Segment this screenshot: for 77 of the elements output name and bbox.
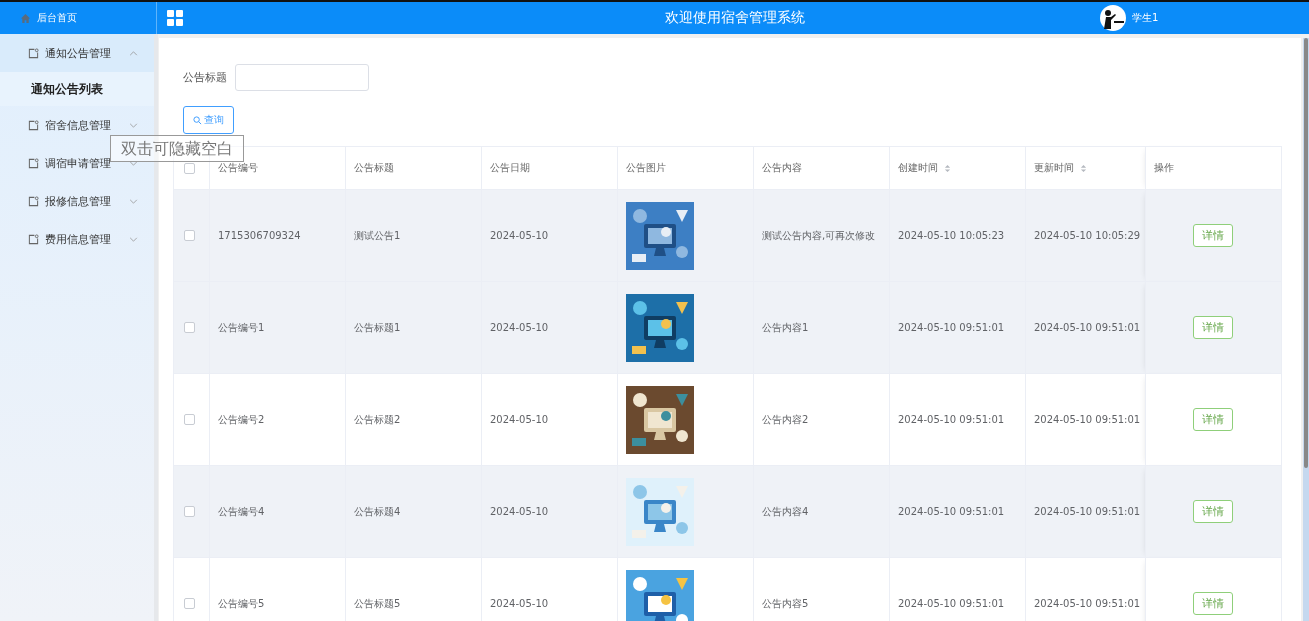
table-cell: 2024-05-10 09:51:01 [1034,506,1141,517]
table-cell: 2024-05-10 [490,506,549,517]
row-checkbox[interactable] [184,414,195,426]
table-cell: 2024-05-10 09:51:01 [1034,414,1141,425]
column-header: 操作 [1154,162,1174,173]
table-cell: 公告标题4 [354,505,401,517]
search-button[interactable]: 查询 [183,106,234,134]
table-cell: 公告编号2 [218,413,265,425]
details-button[interactable]: 详情 [1193,500,1233,523]
document-icon [28,119,39,131]
document-icon [28,233,39,245]
grid-menu-icon[interactable] [167,10,183,26]
document-icon [28,157,39,169]
table-cell: 2024-05-10 09:51:01 [1034,322,1141,333]
sort-icon[interactable] [1080,163,1087,173]
table-cell: 2024-05-10 09:51:01 [898,414,1005,425]
chevron-icon[interactable] [129,122,138,128]
table-cell: 2024-05-10 09:51:01 [898,506,1005,517]
table-cell: 1715306709324 [218,230,301,241]
table-cell: 2024-05-10 10:05:23 [898,230,1005,241]
sidebar-submenu-item[interactable]: 通知公告列表 [0,72,154,106]
row-checkbox[interactable] [184,598,195,610]
scrollbar-thumb[interactable] [1304,38,1308,468]
sidebar-menu-item[interactable]: 宿舍信息管理 [28,117,111,133]
column-header: 更新时间 [1034,162,1074,173]
row-checkbox[interactable] [184,322,195,334]
table-cell: 公告编号4 [218,505,265,517]
sort-icon[interactable] [944,163,951,173]
table-cell: 公告标题5 [354,597,401,609]
document-icon [28,195,39,207]
column-header: 公告内容 [762,162,802,173]
sidebar-menu-item[interactable]: 报修信息管理 [28,193,111,209]
search-icon [193,115,202,125]
table-cell: 测试公告内容,可再次修改 [762,229,876,241]
chevron-icon[interactable] [129,198,138,204]
row-checkbox[interactable] [184,506,195,518]
table-cell: 公告内容2 [762,413,809,425]
chevron-icon[interactable] [129,236,138,242]
system-title: 欢迎使用宿舍管理系统 [664,9,806,27]
table-cell: 公告标题1 [354,321,401,333]
select-all-checkbox[interactable] [184,162,195,174]
chevron-icon[interactable] [129,50,138,56]
table-cell: 2024-05-10 09:51:01 [1034,598,1141,609]
table-cell: 2024-05-10 09:51:01 [898,322,1005,333]
title-search-field[interactable] [235,64,369,91]
column-header: 公告日期 [490,162,530,173]
table-cell: 公告内容5 [762,597,809,609]
table-cell: 2024-05-10 [490,598,549,609]
table-cell: 公告编号1 [218,321,265,333]
row-checkbox[interactable] [184,230,195,242]
table-cell: 2024-05-10 [490,230,549,241]
document-icon [28,47,39,59]
home-icon [20,12,31,24]
table-cell: 测试公告1 [354,229,401,241]
table-cell: 公告编号5 [218,597,265,609]
sidebar-menu-item[interactable]: 通知公告管理 [28,45,111,61]
table-cell: 2024-05-10 10:05:29 [1034,230,1141,241]
table-cell: 2024-05-10 09:51:01 [898,598,1005,609]
details-button[interactable]: 详情 [1193,592,1233,615]
column-header: 创建时间 [898,162,938,173]
sidebar-menu-item[interactable]: 费用信息管理 [28,231,111,247]
chevron-icon[interactable] [129,160,138,166]
table-cell: 2024-05-10 [490,322,549,333]
user-name[interactable]: 学生1 [1132,11,1159,25]
sidebar-menu-item[interactable]: 调宿申请管理 [28,155,111,171]
column-header: 公告编号 [218,162,258,173]
column-header: 公告标题 [354,162,394,173]
table-cell: 2024-05-10 [490,414,549,425]
table-cell: 公告内容4 [762,505,809,517]
table-cell: 公告标题2 [354,413,401,425]
table-cell: 公告内容1 [762,321,809,333]
details-button[interactable]: 详情 [1193,316,1233,339]
field-label: 公告标题 [183,70,227,85]
details-button[interactable]: 详情 [1193,408,1233,431]
details-button[interactable]: 详情 [1193,224,1233,247]
avatar-icon[interactable] [1100,5,1126,31]
column-header: 公告图片 [626,162,666,173]
